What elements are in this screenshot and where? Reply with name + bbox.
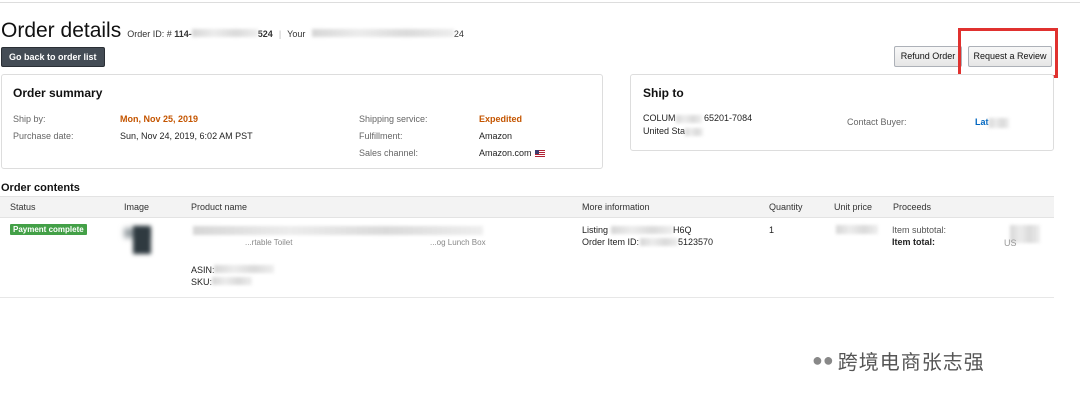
- redacted-block: [685, 127, 704, 136]
- col-product-name: Product name: [191, 202, 248, 212]
- quantity-value: 1: [769, 225, 775, 235]
- address-zip: 65201-7084: [704, 113, 753, 123]
- wechat-icon: ●●: [812, 350, 834, 370]
- item-total-label: Item total:: [892, 237, 936, 247]
- order-item-label: Order Item ID:: [582, 237, 640, 247]
- col-unit-price: Unit price: [834, 202, 873, 212]
- order-contents-title: Order contents: [1, 182, 80, 194]
- purchase-date-label: Purchase date:: [13, 131, 74, 141]
- sales-channel: Amazon.com: [479, 148, 545, 158]
- col-quantity: Quantity: [769, 202, 803, 212]
- address-line2: United Sta: [643, 126, 704, 136]
- col-status: Status: [10, 202, 36, 212]
- order-id-label: Order ID: #: [127, 29, 172, 39]
- address-start: COLUM: [643, 113, 676, 123]
- status-badge: Payment complete: [10, 224, 87, 235]
- go-back-button[interactable]: Go back to order list: [1, 47, 105, 67]
- redacted-listing: [611, 226, 673, 234]
- table-header: Status Image Product name More informati…: [0, 196, 1054, 218]
- contact-buyer-label: Contact Buyer:: [847, 117, 907, 127]
- top-divider: [0, 2, 1080, 3]
- your-suffix: 24: [453, 29, 464, 39]
- redacted-product-name: [193, 226, 483, 235]
- fulfillment-label: Fulfillment:: [359, 131, 403, 141]
- row-divider: [0, 297, 1054, 298]
- order-summary-title: Order summary: [13, 86, 103, 100]
- product-name-fragment2: ...og Lunch Box: [430, 238, 486, 247]
- shipping-service-label: Shipping service:: [359, 114, 428, 124]
- highlight-annotation: [958, 28, 1058, 78]
- order-id-suffix: 524: [257, 29, 273, 39]
- order-summary-card: Order summary Ship by: Mon, Nov 25, 2019…: [1, 74, 603, 169]
- fulfillment-value: Amazon: [479, 131, 513, 141]
- col-proceeds: Proceeds: [893, 202, 932, 212]
- redacted-block: [988, 117, 1009, 128]
- redacted-order-item: [640, 238, 678, 246]
- order-item-suffix: 5123570: [678, 237, 714, 247]
- redacted-block: [191, 29, 258, 37]
- product-name-fragment1: ...rtable Toilet: [245, 238, 293, 247]
- sku-label: SKU:: [191, 277, 213, 287]
- item-subtotal-label: Item subtotal:: [892, 225, 947, 235]
- us-flag-icon: [534, 150, 545, 158]
- order-id-prefix: 114-: [174, 29, 192, 39]
- listing-label: Listing: [582, 225, 609, 235]
- listing-suffix: H6Q: [673, 225, 692, 235]
- sales-channel-value: Amazon.com: [479, 148, 532, 158]
- address-line1: COLUM 65201-7084: [643, 113, 752, 123]
- ship-to-title: Ship to: [643, 86, 684, 100]
- page-title: Order details: [1, 19, 122, 42]
- redacted-asin: [214, 265, 274, 273]
- order-id: Order ID: # 114- 524 | Your 24: [127, 29, 464, 39]
- ship-by-label: Ship by:: [13, 114, 46, 124]
- address-country: United Sta: [643, 126, 686, 136]
- your-label: Your: [287, 29, 306, 39]
- redacted-unit-price: [836, 225, 878, 234]
- refund-order-button[interactable]: Refund Order: [894, 46, 962, 67]
- page-header: Order details Order ID: # 114- 524 | Your…: [1, 19, 464, 43]
- shipping-service-value: Expedited: [479, 114, 523, 124]
- product-image[interactable]: [133, 226, 151, 254]
- redacted-block: [311, 29, 454, 37]
- watermark: ●● 跨境电商张志强: [812, 346, 985, 375]
- ship-to-card: Ship to COLUM 65201-7084 United Sta Cont…: [630, 74, 1054, 151]
- ship-by-value: Mon, Nov 25, 2019: [120, 114, 199, 124]
- col-more-information: More information: [582, 202, 650, 212]
- redacted-sku: [212, 277, 252, 285]
- redacted-block: [675, 114, 702, 123]
- contact-buyer-link[interactable]: Lat: [975, 117, 989, 127]
- col-image: Image: [124, 202, 150, 212]
- contact-buyer[interactable]: Lat: [975, 117, 1009, 128]
- purchase-date-value: Sun, Nov 24, 2019, 6:02 AM PST: [120, 131, 253, 141]
- watermark-text: 跨境电商张志强: [837, 350, 985, 374]
- sales-channel-label: Sales channel:: [359, 148, 419, 158]
- meta-separator: |: [278, 29, 282, 39]
- asin-label: ASIN:: [191, 265, 215, 275]
- item-total-fragment: US: [1004, 238, 1017, 248]
